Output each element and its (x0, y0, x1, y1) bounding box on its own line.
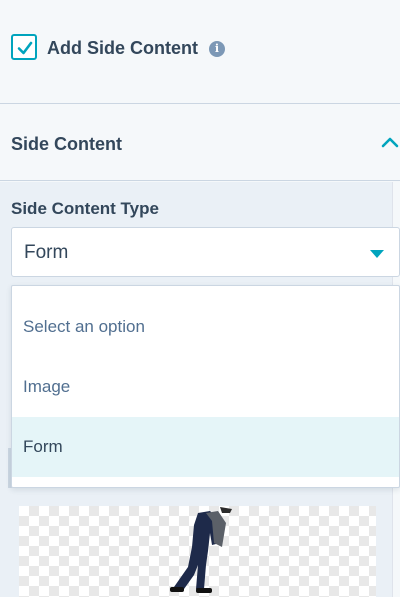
option-label: Select an option (23, 317, 145, 336)
person-image (170, 507, 232, 593)
dropdown-option-form[interactable]: Form (12, 417, 399, 477)
dropdown-option-image[interactable]: Image (12, 357, 399, 417)
option-label: Image (23, 377, 71, 396)
side-content-type-dropdown: Select an option Image Form (11, 285, 400, 488)
chevron-up-icon[interactable] (381, 136, 399, 148)
select-value: Form (24, 242, 69, 263)
add-side-content-checkbox[interactable] (11, 34, 37, 60)
section-title[interactable]: Side Content (11, 134, 122, 155)
caret-down-icon[interactable] (370, 250, 384, 258)
checkmark-icon (17, 41, 33, 55)
side-content-type-select[interactable]: Form (11, 227, 400, 277)
info-icon[interactable]: i (209, 41, 225, 57)
side-content-type-label: Side Content Type (11, 199, 159, 218)
add-side-content-label[interactable]: Add Side Content (47, 38, 198, 59)
option-label: Form (23, 437, 63, 456)
dropdown-option-select-an-option[interactable]: Select an option (12, 297, 399, 357)
